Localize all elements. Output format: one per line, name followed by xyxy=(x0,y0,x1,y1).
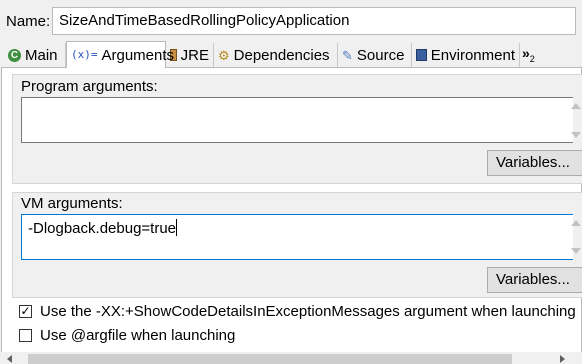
show-code-details-option[interactable]: ✓ Use the -XX:+ShowCodeDetailsInExceptio… xyxy=(19,303,576,320)
tab-overflow-count: 2 xyxy=(529,53,535,64)
tab-environment[interactable]: Environment xyxy=(412,43,520,67)
vm-variables-button[interactable]: Variables... xyxy=(487,267,582,293)
main-icon: C xyxy=(8,48,21,62)
tab-arguments[interactable]: (x)= Arguments xyxy=(66,41,174,68)
tab-source[interactable]: ✎ Source xyxy=(338,43,412,67)
horizontal-scrollbar[interactable] xyxy=(0,352,582,364)
scroll-up-icon[interactable] xyxy=(571,103,581,109)
name-label: Name: xyxy=(6,13,51,30)
source-icon: ✎ xyxy=(342,48,353,63)
tab-dependencies[interactable]: ⚙ Dependencies xyxy=(214,43,338,67)
launch-configuration-dialog: Name: SizeAndTimeBasedRollingPolicyAppli… xyxy=(0,0,582,364)
tab-dependencies-label: Dependencies xyxy=(233,46,330,64)
program-arguments-label: Program arguments: xyxy=(21,78,158,95)
argfile-checkbox[interactable] xyxy=(19,329,32,342)
tab-arguments-label: Arguments xyxy=(101,46,175,64)
tab-overflow-button[interactable]: »2 xyxy=(522,45,535,64)
vm-arguments-label: VM arguments: xyxy=(21,195,123,212)
scroll-up-icon[interactable] xyxy=(571,220,581,226)
name-input[interactable]: SizeAndTimeBasedRollingPolicyApplication xyxy=(52,7,576,35)
argfile-option[interactable]: Use @argfile when launching xyxy=(19,327,235,344)
scroll-right-icon[interactable] xyxy=(560,355,565,363)
vm-arguments-group: VM arguments: -Dlogback.debug=true Varia… xyxy=(12,192,582,298)
tab-main-label: Main xyxy=(25,46,58,64)
tab-bar: C Main (x)= Arguments JRE ⚙ Dependencies… xyxy=(0,41,582,68)
arguments-icon: (x)= xyxy=(71,48,98,61)
program-arguments-group: Program arguments: Variables... xyxy=(12,74,582,184)
tab-jre-label: JRE xyxy=(180,46,209,64)
scrollbar-thumb[interactable] xyxy=(28,354,512,364)
show-code-details-label: Use the -XX:+ShowCodeDetailsInExceptionM… xyxy=(40,303,576,320)
scroll-down-icon[interactable] xyxy=(571,248,581,254)
scroll-down-icon[interactable] xyxy=(571,132,581,138)
scroll-left-icon[interactable] xyxy=(7,355,12,363)
dependencies-icon: ⚙ xyxy=(218,48,230,63)
arguments-panel: Program arguments: Variables... VM argum… xyxy=(1,67,582,364)
program-arguments-input[interactable] xyxy=(21,97,573,143)
show-code-details-checkbox[interactable]: ✓ xyxy=(19,305,32,318)
tab-main[interactable]: C Main xyxy=(4,43,66,67)
vm-arguments-value: -Dlogback.debug=true xyxy=(28,220,177,237)
argfile-label: Use @argfile when launching xyxy=(40,327,236,344)
vm-arguments-input[interactable]: -Dlogback.debug=true xyxy=(21,214,573,260)
environment-icon xyxy=(416,49,427,61)
program-variables-button[interactable]: Variables... xyxy=(487,150,582,176)
text-caret xyxy=(176,219,178,236)
chevron-double-right-icon: » xyxy=(522,45,530,61)
tab-environment-label: Environment xyxy=(430,46,515,64)
tab-source-label: Source xyxy=(356,46,405,64)
